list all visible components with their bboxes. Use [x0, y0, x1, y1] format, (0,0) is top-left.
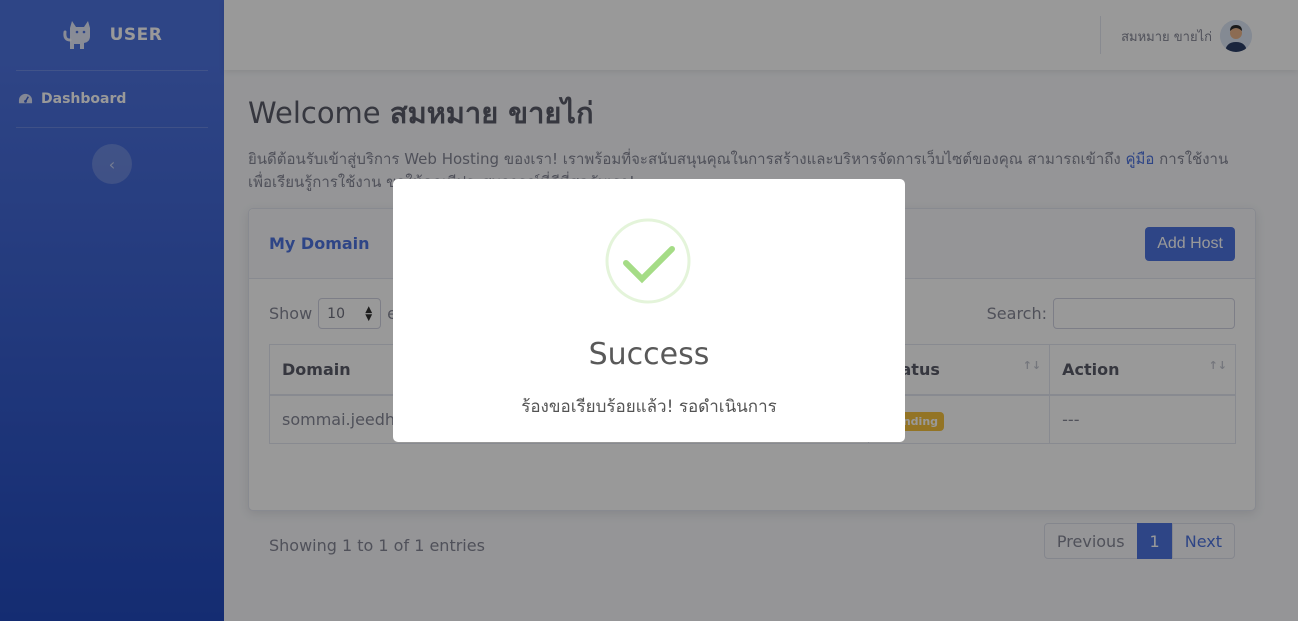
success-modal: Success ร้องขอเรียบร้อยแล้ว! รอดำเนินการ — [393, 179, 905, 442]
success-check-icon — [605, 218, 691, 304]
modal-title: Success — [588, 337, 710, 372]
modal-message: ร้องขอเรียบร้อยแล้ว! รอดำเนินการ — [521, 397, 777, 417]
